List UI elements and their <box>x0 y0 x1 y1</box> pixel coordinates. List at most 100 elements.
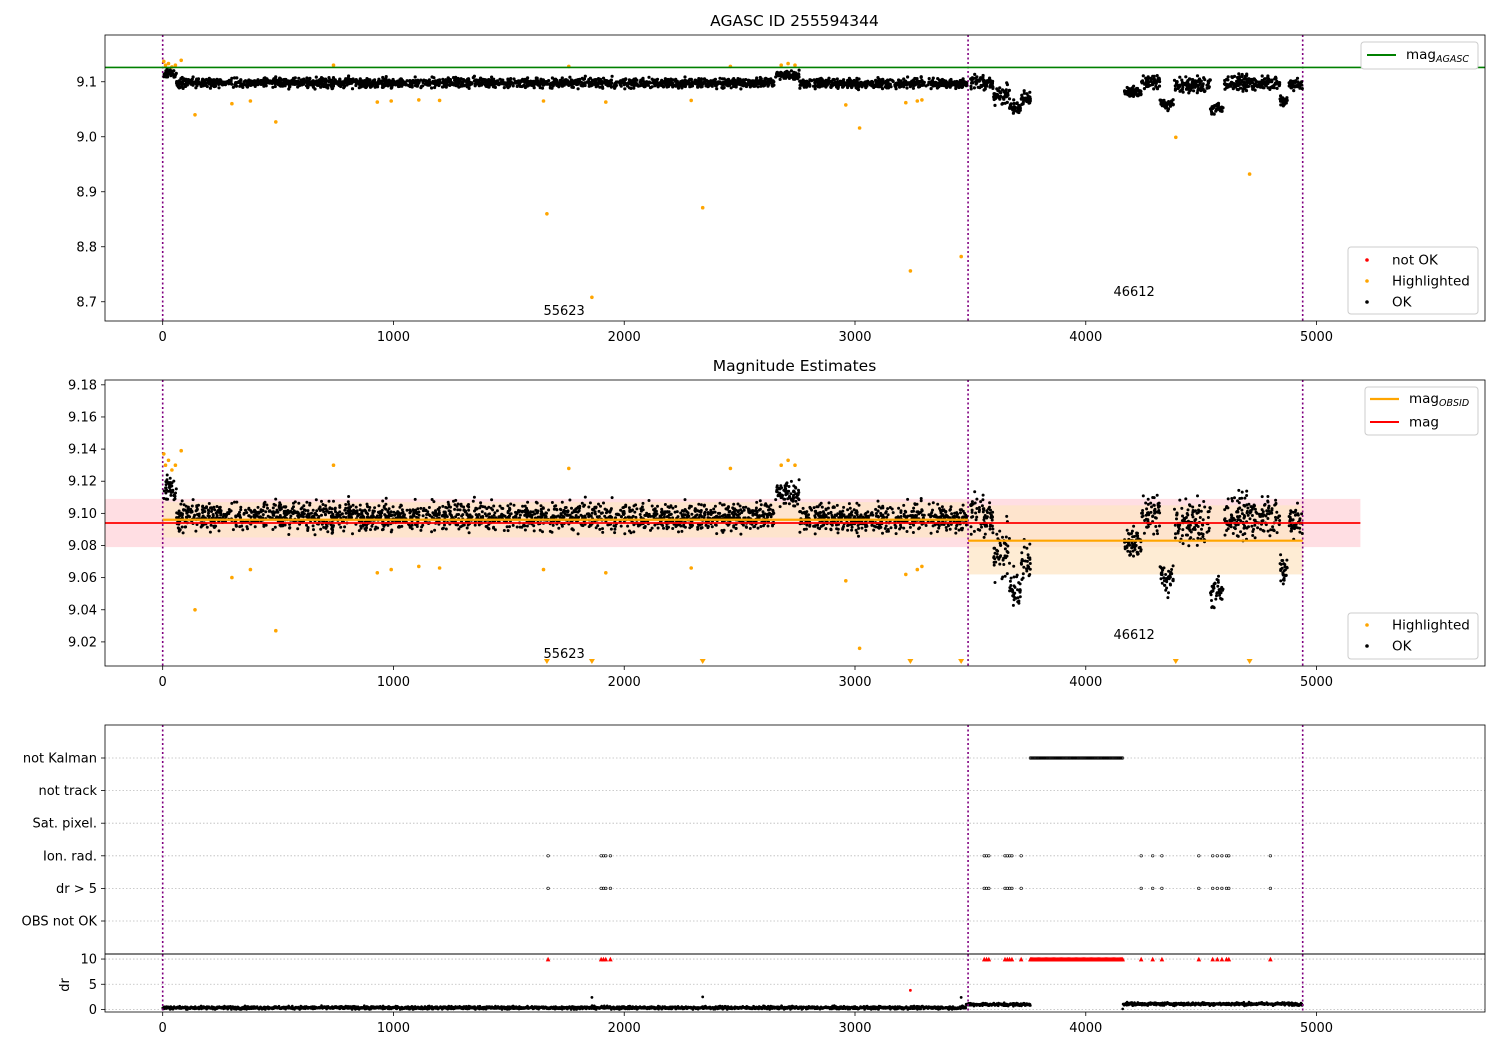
ok-point <box>1275 86 1279 90</box>
ok-point <box>509 512 513 516</box>
ok-point <box>1022 89 1026 93</box>
ok-point <box>650 85 654 89</box>
ok-point <box>722 77 726 81</box>
ok-point <box>738 504 742 508</box>
ok-point <box>713 82 717 86</box>
ok-point <box>235 500 239 504</box>
ok-point <box>608 510 612 514</box>
ok-point <box>215 81 219 85</box>
ok-point <box>308 503 312 507</box>
ok-point <box>396 510 400 514</box>
ok-point <box>363 527 367 531</box>
ok-point <box>324 526 328 530</box>
ok-point <box>466 523 470 527</box>
ok-point <box>619 524 623 528</box>
ok-point <box>347 495 351 498</box>
ok-point <box>935 83 940 87</box>
ok-point <box>1272 83 1276 87</box>
ok-point <box>952 82 957 86</box>
ok-point <box>314 75 318 79</box>
ok-point <box>613 81 617 86</box>
ok-point <box>745 525 748 529</box>
ok-point <box>194 86 198 90</box>
ok-point <box>598 85 602 89</box>
ok-point <box>623 87 627 91</box>
ok-point <box>441 527 444 531</box>
ok-point <box>512 77 516 81</box>
ok-point <box>560 500 564 504</box>
ok-point <box>574 78 578 82</box>
ok-point <box>703 513 707 517</box>
ok-point <box>547 508 551 512</box>
ok-point <box>1253 88 1257 92</box>
ok-point <box>529 82 533 86</box>
ok-point <box>929 87 933 91</box>
ok-point <box>346 500 350 504</box>
ok-point <box>631 514 635 518</box>
ok-point <box>610 496 614 500</box>
ok-point <box>327 76 331 80</box>
chart-figure: AGASC ID 255594344 Magnitude Estimates 5… <box>22 12 1486 1036</box>
ok-point <box>669 80 673 84</box>
ok-point <box>988 85 992 89</box>
ok-point <box>722 86 726 90</box>
ok-point <box>465 80 469 84</box>
ok-point <box>460 84 464 88</box>
ok-point <box>330 85 334 89</box>
ok-point <box>799 82 803 86</box>
ok-point <box>501 507 505 510</box>
ok-point <box>347 78 351 82</box>
middle-chart-title: Magnitude Estimates <box>713 357 877 375</box>
ok-point <box>1168 104 1173 108</box>
ok-point <box>993 103 997 107</box>
ok-point <box>753 79 758 83</box>
ok-point <box>234 84 238 88</box>
ok-point <box>641 501 645 505</box>
highlighted-point <box>904 100 908 105</box>
ok-point <box>876 81 881 85</box>
ok-point <box>487 505 491 509</box>
ok-point <box>283 79 287 83</box>
ok-point <box>991 85 995 89</box>
ok-point <box>697 516 701 519</box>
ok-point <box>686 80 690 84</box>
ok-point <box>1197 79 1201 83</box>
ok-point <box>643 526 647 530</box>
ok-point <box>813 84 817 88</box>
ok-point <box>1242 81 1246 85</box>
ok-point <box>752 84 756 88</box>
ok-point <box>239 78 243 83</box>
ok-point <box>981 83 985 87</box>
ok-point <box>778 77 782 81</box>
ok-point <box>984 83 989 87</box>
ok-point <box>821 82 826 86</box>
x-tick-label: 2000 <box>608 330 641 345</box>
ok-point <box>680 529 684 533</box>
ok-point <box>612 524 616 528</box>
ok-point <box>421 514 425 518</box>
ok-point <box>747 79 751 83</box>
ok-point <box>467 508 471 512</box>
highlighted-point <box>274 120 278 124</box>
ok-point <box>594 78 598 82</box>
ok-point <box>1138 89 1142 93</box>
ok-point <box>636 524 640 528</box>
highlighted-point <box>689 98 693 103</box>
highlighted-point <box>173 63 178 67</box>
ok-point <box>291 76 296 80</box>
ok-point <box>376 85 380 89</box>
ok-point <box>980 77 985 81</box>
ok-point <box>829 79 833 83</box>
y-tick-label: 9.1 <box>76 75 97 90</box>
ok-point <box>262 524 266 528</box>
ok-point <box>1282 101 1286 105</box>
ok-point <box>610 74 614 78</box>
ok-point <box>585 80 589 84</box>
ok-point <box>305 523 308 527</box>
ok-point <box>525 506 529 510</box>
ok-point <box>470 81 474 85</box>
ok-point <box>931 76 935 80</box>
ok-point <box>351 511 355 515</box>
ok-point <box>679 524 683 528</box>
ok-point <box>438 506 442 510</box>
